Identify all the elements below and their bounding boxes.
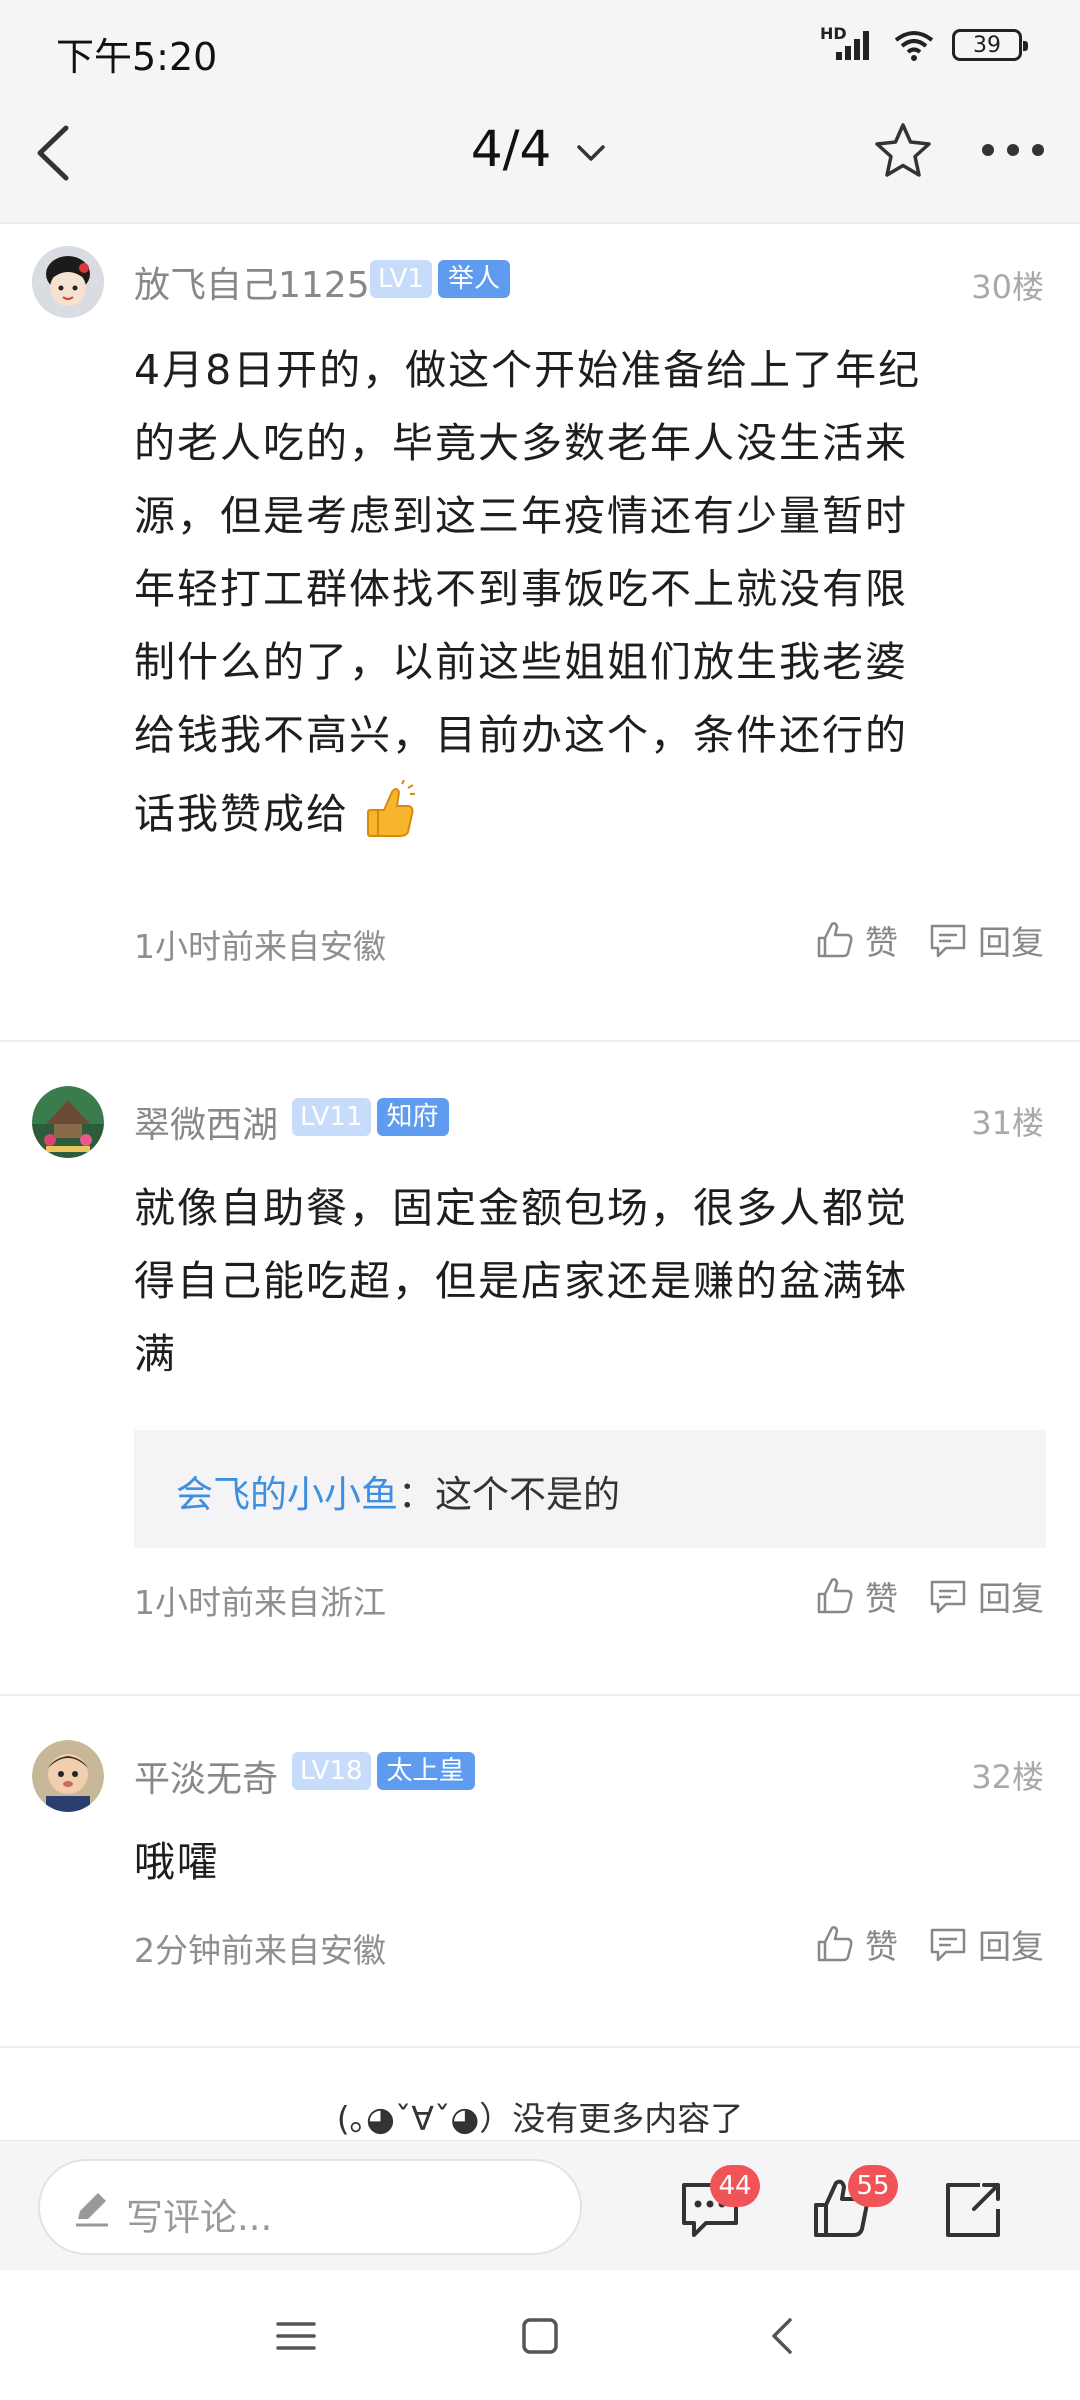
sub-reply-user[interactable]: 会飞的小小鱼 [176, 1473, 398, 1516]
comment-actions: 赞 回复 [813, 1920, 1044, 1968]
battery-level: 39 [973, 32, 1001, 58]
comment-input[interactable]: 写评论... [38, 2159, 582, 2255]
avatar[interactable] [32, 1740, 104, 1812]
like-label: 赞 [865, 923, 898, 962]
reply-label: 回复 [978, 1927, 1044, 1966]
level-badge: LV11 [292, 1098, 371, 1136]
comment-item: 平淡无奇 LV18 太上皇 32楼 哦嚯 2分钟前来自安徽 赞 回复 [0, 1696, 1080, 2046]
reply-label: 回复 [978, 1579, 1044, 1618]
status-icons: HD 39 [820, 24, 1028, 62]
content-line: 就像自助餐，固定金额包场，很多人都觉 [134, 1184, 908, 1232]
signal-icon: HD [820, 24, 876, 62]
pencil-icon [76, 2193, 108, 2227]
no-more-content: (｡◕ˇ∀ˇ◕）没有更多内容了 [336, 2099, 744, 2138]
like-button[interactable]: 赞 [813, 1572, 898, 1620]
wifi-icon [892, 28, 936, 62]
sub-reply-box[interactable]: 会飞的小小鱼：这个不是的 [134, 1430, 1046, 1548]
share-button[interactable] [936, 2141, 1036, 2271]
floor-number: 30楼 [971, 268, 1044, 306]
user-badges: LV18 太上皇 [292, 1752, 475, 1790]
reply-button[interactable]: 回复 [926, 1572, 1044, 1620]
title-badge: 知府 [376, 1098, 449, 1136]
comment-meta: 1小时前来自安徽 [134, 927, 386, 966]
avatar[interactable] [32, 1086, 104, 1158]
back-icon[interactable] [762, 2314, 806, 2358]
username[interactable]: 翠微西湖 [134, 1096, 278, 1148]
level-badge: LV1 [370, 260, 432, 298]
sub-reply-separator: ： [398, 1473, 435, 1516]
comment-actions: 赞 回复 [813, 1572, 1044, 1620]
like-label: 赞 [865, 1927, 898, 1966]
like-label: 赞 [865, 1579, 898, 1618]
comment-divider [0, 2046, 1080, 2048]
sub-reply-text: 这个不是的 [435, 1473, 620, 1516]
title-badge: 举人 [437, 260, 510, 298]
like-post-button[interactable]: 55 [804, 2141, 904, 2271]
content-line: 制什么的了，以前这些姐姐们放生我老婆 [134, 638, 908, 686]
content-line: 给钱我不高兴，目前办这个，条件还行的 [134, 711, 908, 759]
status-time: 下午5:20 [56, 35, 218, 79]
page-indicator: 4/4 [470, 120, 552, 178]
content-line: 年轻打工群体找不到事饭吃不上就没有限 [134, 565, 908, 613]
bottom-action-bar: 写评论... 44 55 [0, 2140, 1080, 2270]
username[interactable]: 放飞自己1125 [134, 256, 370, 308]
username[interactable]: 平淡无奇 [134, 1750, 278, 1802]
chevron-down-icon [577, 144, 605, 161]
comment-meta: 2分钟前来自安徽 [134, 1931, 386, 1970]
comment-placeholder: 写评论... [126, 2196, 273, 2239]
reply-icon [930, 924, 966, 958]
content-line: 的老人吃的，毕竟大多数老年人没生活来 [134, 419, 908, 467]
level-badge: LV18 [292, 1752, 371, 1790]
thumbs-up-icon [817, 1926, 853, 1962]
like-button[interactable]: 赞 [813, 1920, 898, 1968]
comment-item: 放飞自己1125 LV1 举人 30楼 4月8日开的，做这个开始准备给上了年纪 … [0, 224, 1080, 1040]
star-icon[interactable] [872, 120, 934, 182]
comment-content: 哦嚯 [134, 1826, 1014, 1899]
battery-indicator: 39 [952, 29, 1028, 61]
reply-label: 回复 [978, 923, 1044, 962]
comment-content: 就像自助餐，固定金额包场，很多人都觉 得自己能吃超，但是店家还是赚的盆满钵 满 [134, 1172, 1014, 1391]
share-icon [946, 2183, 1000, 2237]
comment-actions: 赞 回复 [813, 916, 1044, 964]
content-line: 4月8日开的，做这个开始准备给上了年纪 [134, 346, 922, 394]
status-bar: 下午5:20 HD 39 [0, 0, 1080, 80]
user-badges: LV11 知府 [292, 1098, 449, 1136]
reply-icon [930, 1580, 966, 1614]
comment-item: 翠微西湖 LV11 知府 31楼 就像自助餐，固定金额包场，很多人都觉 得自己能… [0, 1042, 1080, 1692]
like-button[interactable]: 赞 [813, 916, 898, 964]
content-line: 满 [134, 1330, 177, 1378]
content-line-last: 话我赞成给 [134, 778, 1014, 851]
home-icon[interactable] [518, 2314, 562, 2358]
menu-icon[interactable] [274, 2314, 318, 2358]
floor-number: 32楼 [971, 1758, 1044, 1796]
comment-count-badge: 44 [710, 2165, 760, 2207]
sub-reply: 会飞的小小鱼：这个不是的 [176, 1464, 620, 1518]
comment-meta: 1小时前来自浙江 [134, 1583, 386, 1622]
thumbs-up-icon [817, 1578, 853, 1614]
content-line: 源，但是考虑到这三年疫情还有少量暂时 [134, 492, 908, 540]
user-badges: LV1 举人 [370, 260, 510, 298]
system-nav-bar [0, 2270, 1080, 2400]
comment-content: 4月8日开的，做这个开始准备给上了年纪 的老人吃的，毕竟大多数老年人没生活来 源… [134, 334, 1014, 851]
content-line: 话我赞成给 [134, 790, 349, 838]
more-icon[interactable] [978, 140, 1048, 160]
thumbs-up-emoji-icon [367, 780, 416, 837]
reply-icon [930, 1928, 966, 1962]
like-count-badge: 55 [848, 2165, 898, 2207]
avatar[interactable] [32, 246, 104, 318]
reply-button[interactable]: 回复 [926, 1920, 1044, 1968]
title-badge: 太上皇 [376, 1752, 475, 1790]
thumbs-up-icon [817, 922, 853, 958]
content-line: 哦嚯 [134, 1838, 220, 1886]
top-nav-bar: 4/4 [0, 80, 1080, 224]
content-line: 得自己能吃超，但是店家还是赚的盆满钵 [134, 1257, 908, 1305]
floor-number: 31楼 [971, 1104, 1044, 1142]
reply-button[interactable]: 回复 [926, 916, 1044, 964]
comments-button[interactable]: 44 [672, 2141, 772, 2271]
